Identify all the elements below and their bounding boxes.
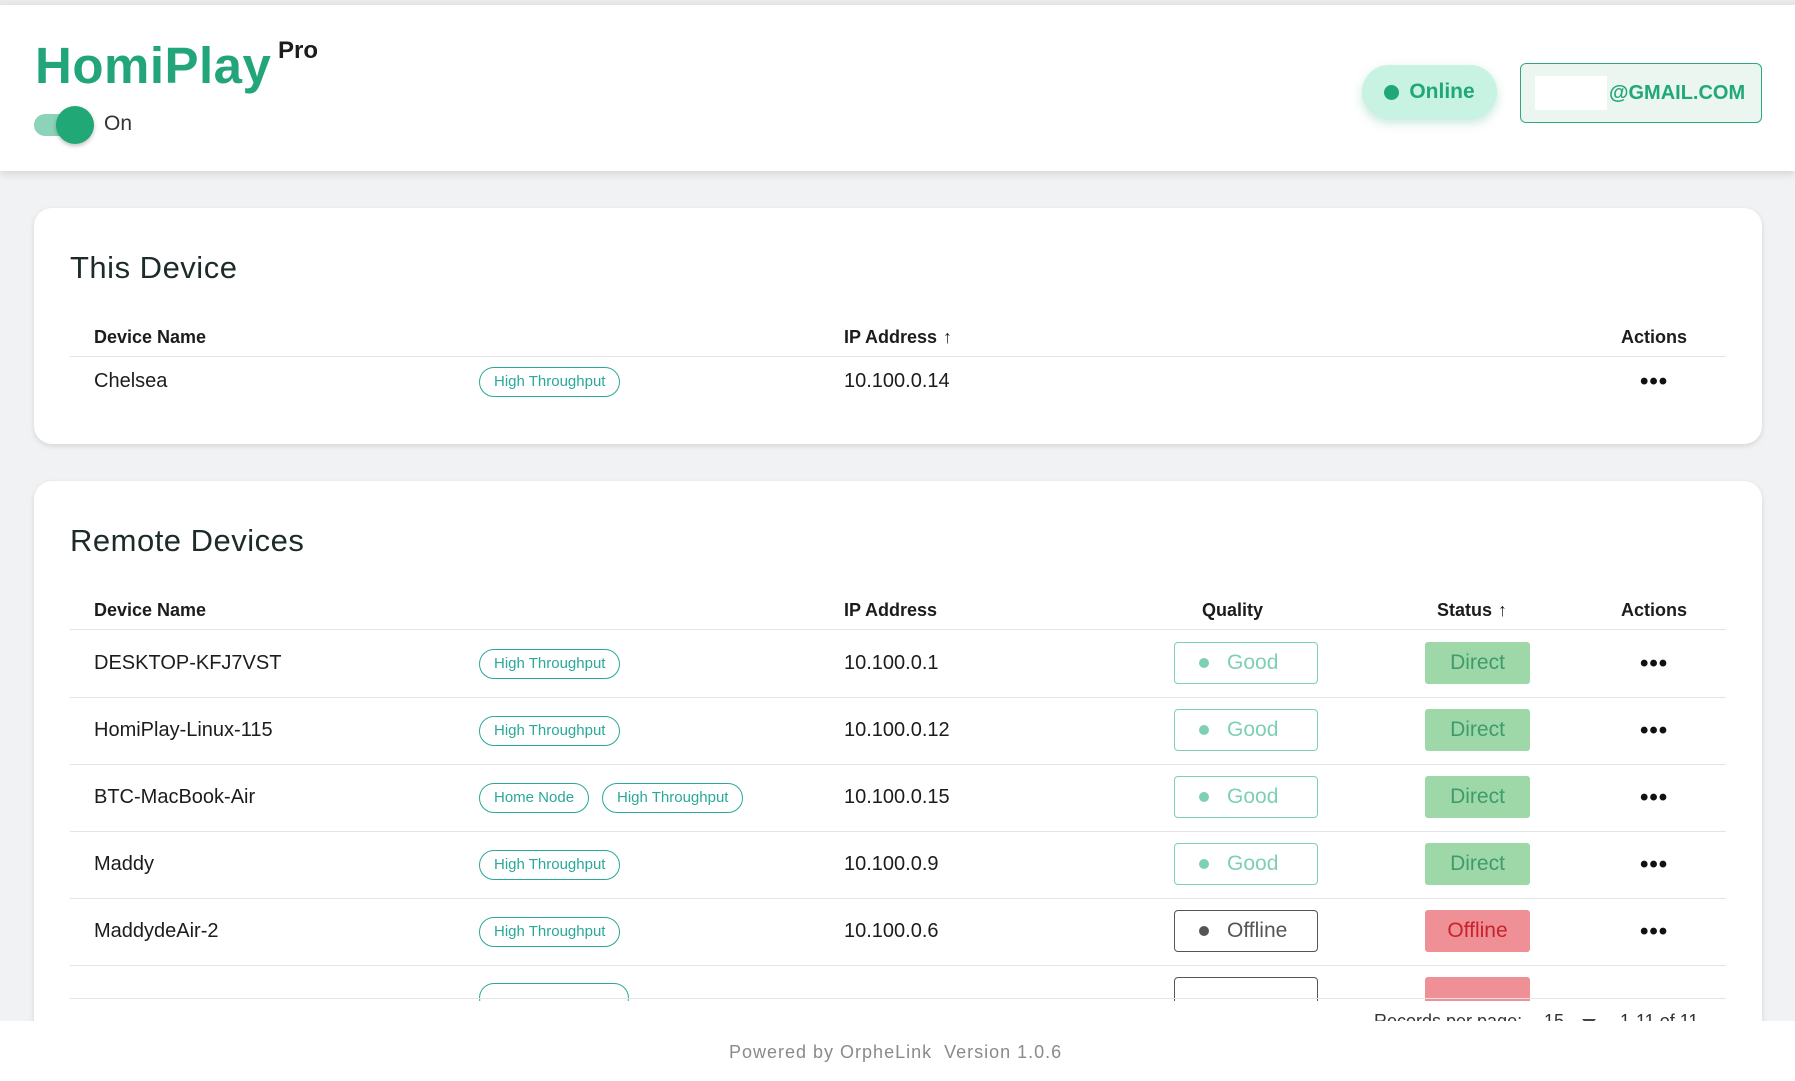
tag-high-throughput[interactable]: High Throughput [479, 716, 621, 746]
column-header-ip-address[interactable]: IP Address ↑ [844, 327, 952, 348]
header-divider [70, 356, 1726, 357]
tag-high-throughput[interactable]: High Throughput [479, 917, 621, 947]
device-name: DESKTOP-KFJ7VST [94, 652, 282, 674]
remote-devices-title: Remote Devices [70, 523, 305, 558]
arrow-up-icon: ↑ [943, 327, 953, 347]
quality-label: Good [1227, 718, 1279, 741]
app-header: HomiPlay Pro On Online @GMAIL.COM [0, 5, 1795, 171]
column-label: Device Name [94, 327, 207, 347]
column-header-ip-address[interactable]: IP Address [844, 600, 937, 621]
column-label: IP Address [844, 327, 938, 347]
more-horizontal-icon[interactable]: ••• [1640, 650, 1668, 678]
quality-indicator: Good [1174, 642, 1318, 684]
column-header-actions: Actions [1621, 600, 1687, 621]
quality-indicator: Good [1174, 843, 1318, 885]
pager-divider [70, 998, 1726, 999]
ip-address: 10.100.0.14 [844, 370, 950, 392]
column-label: Status [1437, 600, 1493, 620]
device-name: Maddy [94, 853, 155, 875]
row-divider [70, 898, 1726, 899]
ip-address: 10.100.0.9 [844, 853, 939, 875]
column-header-actions: Actions [1621, 327, 1687, 348]
quality-label: Good [1227, 651, 1279, 674]
status-badge: Direct [1425, 776, 1530, 818]
email-suffix: @GMAIL.COM [1609, 81, 1746, 104]
quality-dot-icon [1199, 792, 1209, 802]
more-horizontal-icon[interactable]: ••• [1640, 368, 1668, 396]
tag-high-throughput[interactable]: High Throughput [479, 649, 621, 679]
remote-devices-card: Remote Devices Device Name IP Address Qu… [34, 481, 1762, 1041]
status-badge: Direct [1425, 709, 1530, 751]
ip-address: 10.100.0.6 [844, 920, 939, 942]
more-horizontal-icon[interactable]: ••• [1640, 851, 1668, 879]
column-label: Quality [1202, 600, 1264, 620]
row-divider [70, 697, 1726, 698]
this-device-card: This Device Device Name IP Address ↑ Acti… [34, 208, 1762, 444]
tag-high-throughput[interactable]: High Throughput [479, 367, 621, 397]
more-horizontal-icon[interactable]: ••• [1640, 784, 1668, 812]
column-header-device-name: Device Name [94, 600, 206, 621]
footer-text: Powered by OrpheLink Version 1.0.6 [729, 1042, 1062, 1063]
status-badge: Direct [1425, 843, 1530, 885]
device-name: Chelsea [94, 370, 168, 392]
power-toggle[interactable] [34, 106, 94, 144]
quality-label: Good [1227, 852, 1279, 875]
powered-by: Powered by OrpheLink [729, 1042, 933, 1062]
status-badge: Offline [1425, 910, 1530, 952]
account-button[interactable]: @GMAIL.COM [1520, 63, 1762, 123]
brand-logo: HomiPlay [35, 37, 272, 94]
header-divider [70, 629, 1726, 630]
connection-status-badge: Online [1362, 65, 1497, 119]
device-name: BTC-MacBook-Air [94, 786, 256, 808]
redacted-email-prefix [1535, 76, 1607, 110]
quality-dot-icon [1199, 658, 1209, 668]
device-name: HomiPlay-Linux-115 [94, 719, 273, 741]
row-divider [70, 764, 1726, 765]
toggle-label: On [104, 112, 133, 135]
quality-indicator: Good [1174, 776, 1318, 818]
status-dot-icon [1384, 84, 1400, 100]
toggle-knob [56, 106, 94, 144]
more-horizontal-icon[interactable]: ••• [1640, 918, 1668, 946]
ip-address: 10.100.0.15 [844, 786, 950, 808]
column-header-quality[interactable]: Quality [1202, 600, 1263, 621]
column-label: IP Address [844, 600, 938, 620]
ip-address: 10.100.0.1 [844, 652, 939, 674]
more-horizontal-icon[interactable]: ••• [1640, 717, 1668, 745]
quality-label: Good [1227, 785, 1279, 808]
row-divider [70, 965, 1726, 966]
device-name: MaddydeAir-2 [94, 920, 219, 942]
this-device-title: This Device [70, 250, 238, 285]
quality-dot-icon [1199, 859, 1209, 869]
tag-high-throughput[interactable]: High Throughput [602, 783, 744, 813]
column-label: Actions [1621, 327, 1688, 347]
status-label: Online [1409, 80, 1475, 103]
version: Version 1.0.6 [944, 1042, 1063, 1062]
status-badge: Direct [1425, 642, 1530, 684]
brand-tier: Pro [278, 37, 319, 64]
column-header-status[interactable]: Status ↑ [1437, 600, 1507, 621]
app-footer: Powered by OrpheLink Version 1.0.6 [0, 1021, 1795, 1081]
column-label: Device Name [94, 600, 207, 620]
quality-label: Offline [1227, 919, 1288, 942]
row-divider [70, 831, 1726, 832]
quality-dot-icon [1199, 926, 1209, 936]
tag-home-node[interactable]: Home Node [479, 783, 590, 813]
column-header-device-name: Device Name [94, 327, 206, 348]
quality-dot-icon [1199, 725, 1209, 735]
tag-high-throughput[interactable]: High Throughput [479, 850, 621, 880]
quality-indicator: Good [1174, 709, 1318, 751]
ip-address: 10.100.0.12 [844, 719, 950, 741]
column-label: Actions [1621, 600, 1688, 620]
quality-indicator: Offline [1174, 910, 1318, 952]
arrow-up-icon: ↑ [1498, 600, 1508, 620]
